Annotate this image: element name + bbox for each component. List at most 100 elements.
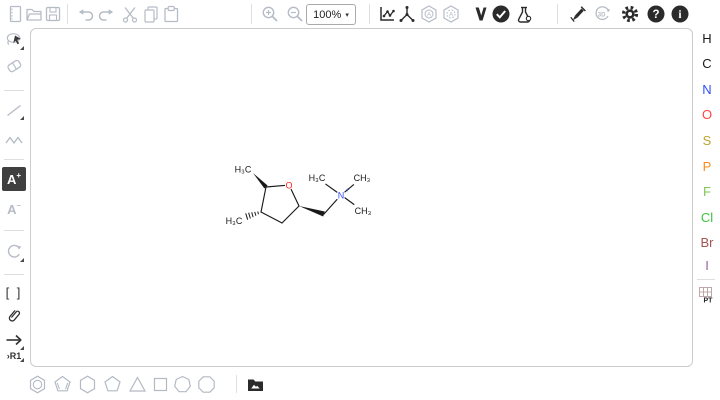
single-bond-button[interactable] — [2, 98, 26, 122]
atom-label-oxygen[interactable]: O — [285, 180, 292, 190]
zoom-level-dropdown[interactable]: 100% ▾ — [306, 4, 356, 25]
eraser-icon — [4, 56, 24, 76]
svg-text:PT: PT — [704, 298, 714, 305]
template-cyclopentane-button[interactable] — [100, 372, 124, 396]
atom-label-methyl[interactable]: H₃C — [235, 165, 252, 175]
periodic-table-button[interactable]: PT — [694, 283, 720, 307]
element-button-f[interactable]: F — [694, 180, 720, 202]
toolbar-divider — [4, 230, 24, 231]
aromatize-icon: A — [419, 4, 439, 24]
3d-rotate-icon: 3D — [592, 4, 612, 24]
save-button[interactable] — [42, 3, 64, 25]
template-cyclohexane-button[interactable] — [75, 372, 99, 396]
cyclooctane-icon — [196, 374, 217, 395]
element-button-s[interactable]: S — [694, 129, 720, 151]
toolbar-divider — [557, 4, 558, 24]
toolbar-divider — [369, 4, 370, 24]
toolbar-divider — [4, 90, 24, 91]
template-cyclooctane-button[interactable] — [194, 372, 218, 396]
paste-icon — [161, 4, 181, 24]
settings-button[interactable] — [619, 3, 641, 25]
app-window: 100% ▾ A A — [0, 0, 720, 400]
layout-button[interactable] — [376, 3, 398, 25]
cyclopentadiene-icon — [52, 374, 73, 395]
element-button-o[interactable]: O — [694, 103, 720, 125]
cyclopropane-icon — [127, 374, 148, 395]
charge-plus-button[interactable]: A+ — [2, 167, 26, 191]
redo-button[interactable] — [95, 3, 117, 25]
lasso-selection-button[interactable] — [2, 28, 26, 52]
help-button[interactable]: ? — [645, 3, 667, 25]
3d-viewer-icon — [568, 4, 588, 24]
sgroup-brackets-button[interactable]: [ ] — [2, 280, 26, 304]
save-icon — [43, 4, 63, 24]
svg-text:A: A — [427, 11, 432, 18]
attachment-point-button[interactable] — [2, 304, 26, 328]
aromatize-button[interactable]: A — [418, 3, 440, 25]
clean-up-icon — [397, 4, 417, 24]
toolbar-divider — [4, 274, 24, 275]
charge-minus-button[interactable]: A– — [2, 197, 26, 221]
zoom-level-value: 100% — [313, 9, 341, 21]
zoom-out-button[interactable] — [284, 3, 306, 25]
template-library-button[interactable] — [243, 372, 267, 396]
element-button-c[interactable]: C — [694, 52, 720, 74]
element-button-br[interactable]: Br — [694, 231, 720, 253]
check-structure-button[interactable] — [490, 3, 512, 25]
template-benzene-button[interactable] — [25, 372, 49, 396]
atom-label-methyl[interactable]: CH₃ — [355, 206, 372, 216]
dearomatize-button[interactable]: A — [440, 3, 462, 25]
about-icon: i — [670, 4, 690, 24]
settings-icon — [620, 4, 640, 24]
toolbar-divider — [251, 4, 252, 24]
copy-icon — [141, 4, 161, 24]
toolbar-divider — [4, 159, 24, 160]
toolbar-divider — [67, 4, 68, 24]
dearomatize-icon: A — [441, 4, 461, 24]
cut-button[interactable] — [119, 3, 141, 25]
template-cyclobutane-button[interactable] — [148, 372, 172, 396]
single-bond-icon — [4, 100, 24, 120]
atom-label-nitrogen[interactable]: N — [338, 190, 345, 200]
chain-button[interactable] — [2, 128, 26, 152]
3d-rotate-button[interactable]: 3D — [591, 3, 613, 25]
paste-button[interactable] — [160, 3, 182, 25]
element-button-n[interactable]: N — [694, 78, 720, 100]
charge-minus-icon: A– — [7, 202, 21, 216]
hash-wedge-bond — [246, 212, 259, 220]
template-cyclopropane-button[interactable] — [125, 372, 149, 396]
element-button-i[interactable]: I — [694, 254, 720, 276]
eraser-button[interactable] — [2, 54, 26, 78]
clean-up-button[interactable] — [396, 3, 418, 25]
atom-label-methyl[interactable]: CH₃ — [354, 173, 371, 183]
template-cyclopentadiene-button[interactable] — [50, 372, 74, 396]
undo-button[interactable] — [75, 3, 97, 25]
rgroup-label-button[interactable]: ›R1 — [2, 348, 26, 364]
charge-label: + — [346, 187, 350, 194]
svg-text:3D: 3D — [598, 13, 606, 19]
about-button[interactable]: i — [669, 3, 691, 25]
reaction-arrow-icon — [4, 330, 24, 350]
copy-button[interactable] — [140, 3, 162, 25]
calculate-cip-button[interactable] — [470, 3, 492, 25]
3d-viewer-button[interactable] — [567, 3, 589, 25]
atom-label-methyl[interactable]: H₃C — [309, 173, 326, 183]
drawing-canvas[interactable]: H₃C H₃C O H₃C CH₃ CH₃ N + — [30, 28, 693, 367]
element-button-cl[interactable]: Cl — [694, 206, 720, 228]
calculated-values-button[interactable] — [513, 3, 535, 25]
atom-label-methyl[interactable]: H₃C — [226, 216, 243, 226]
layout-icon — [377, 4, 397, 24]
rotate-tool-button[interactable] — [2, 240, 26, 264]
rgroup-label-icon: ›R1 — [7, 351, 22, 361]
calculate-cip-icon — [471, 4, 491, 24]
zoom-out-icon — [285, 4, 305, 24]
molecule-structure: H₃C H₃C O H₃C CH₃ CH₃ N + — [31, 29, 694, 368]
zoom-in-button[interactable] — [259, 3, 281, 25]
periodic-table-icon: PT — [696, 284, 718, 306]
chain-icon — [4, 130, 24, 150]
element-button-p[interactable]: P — [694, 155, 720, 177]
new-document-icon — [5, 4, 25, 24]
wedge-bond-right — [299, 206, 325, 217]
template-cycloheptane-button[interactable] — [170, 372, 194, 396]
element-button-h[interactable]: H — [694, 27, 720, 49]
